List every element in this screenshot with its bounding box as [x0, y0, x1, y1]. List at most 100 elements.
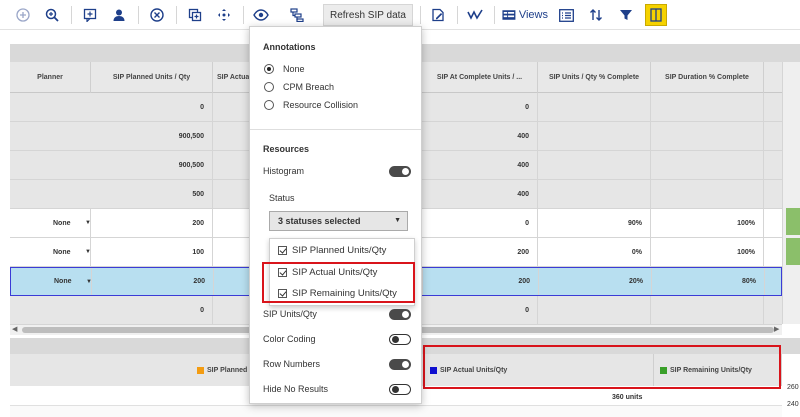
divider [250, 129, 421, 130]
cell-units-pct [538, 122, 651, 150]
magnify-plus-icon[interactable] [43, 4, 61, 26]
highlight-box [423, 345, 781, 389]
toggle-label: Color Coding [263, 334, 316, 344]
scroll-right-icon[interactable]: ▶ [774, 325, 779, 333]
user-icon[interactable] [110, 4, 128, 26]
columns-panel-icon[interactable] [645, 4, 667, 26]
resources-title: Resources [263, 144, 310, 154]
toolbar-separator [494, 6, 495, 24]
add-copy-icon[interactable] [186, 4, 204, 26]
views-label: Views [518, 9, 548, 21]
column-header-sip-planned[interactable]: SIP Planned Units / Qty [91, 62, 213, 93]
radio-button[interactable] [264, 100, 274, 110]
cell-planner[interactable]: None [10, 238, 91, 266]
cell-planned: 0 [91, 93, 213, 121]
cell-planned: 200 [92, 268, 214, 295]
row-numbers-toggle[interactable] [389, 358, 411, 370]
cell-atcomplete: 0 [422, 296, 538, 324]
checkbox[interactable] [278, 246, 287, 255]
toolbar-separator [243, 6, 244, 24]
highlight-box [262, 262, 415, 303]
row-numbers-toggle-row[interactable]: Row Numbers [263, 357, 411, 371]
cell-units-pct [538, 180, 651, 208]
cancel-circle-icon[interactable] [148, 4, 166, 26]
cell-planned: 900,500 [91, 122, 213, 150]
toggle-label: Row Numbers [263, 359, 321, 369]
refresh-label: Refresh SIP data [330, 9, 406, 21]
cell-duration-pct [651, 122, 764, 150]
toggle-label: Hide No Results [263, 384, 329, 394]
cell-units-pct [538, 93, 651, 121]
radio-label: Resource Collision [283, 100, 359, 110]
cell-duration-pct [651, 180, 764, 208]
annotations-title: Annotations [263, 42, 316, 52]
scroll-left-icon[interactable]: ◀ [12, 325, 17, 333]
toolbar-separator [176, 6, 177, 24]
move-arrows-icon[interactable] [215, 4, 233, 26]
views-icon [502, 10, 516, 20]
cell-units-pct [538, 151, 651, 179]
cell-planner[interactable]: None [11, 268, 92, 295]
radio-none[interactable]: None [264, 64, 305, 74]
toggle-label: SIP Units/Qty [263, 309, 317, 319]
cell-duration-pct: 80% [652, 268, 765, 295]
cell-units-pct: 0% [538, 238, 651, 266]
column-header-sip-duration-pct[interactable]: SIP Duration % Complete [651, 62, 764, 93]
cell-planned: 900,500 [91, 151, 213, 179]
hierarchy-icon[interactable] [288, 4, 306, 26]
radio-button[interactable] [264, 64, 274, 74]
radio-cpm-breach[interactable]: CPM Breach [264, 82, 334, 92]
annotations-popup: Annotations None CPM Breach Resource Col… [249, 26, 422, 404]
column-header-planner[interactable]: Planner [10, 62, 91, 93]
sort-arrows-icon[interactable] [587, 4, 605, 26]
status-option-planned[interactable]: SIP Planned Units/Qty [278, 245, 386, 256]
cell-units-pct: 20% [539, 268, 652, 295]
edit-document-icon[interactable] [429, 4, 447, 26]
cell-atcomplete: 200 [422, 238, 538, 266]
cell-atcomplete: 400 [422, 151, 538, 179]
gantt-bar[interactable] [786, 208, 800, 235]
filter-icon[interactable] [617, 4, 635, 26]
status-select[interactable]: 3 statuses selected ▼ [269, 211, 408, 231]
cell-atcomplete: 400 [422, 180, 538, 208]
gantt-strip [782, 62, 800, 324]
radio-label: None [283, 64, 305, 74]
cell-planned: 500 [91, 180, 213, 208]
cell-planned: 0 [91, 296, 213, 324]
status-select-value: 3 statuses selected [278, 216, 361, 226]
radio-resource-collision[interactable]: Resource Collision [264, 100, 358, 110]
cell-planned: 200 [91, 209, 213, 237]
sip-units-toggle-row[interactable]: SIP Units/Qty [263, 307, 411, 321]
column-header-sip-units-pct[interactable]: SIP Units / Qty % Complete [538, 62, 651, 93]
cell-units-pct: 90% [538, 209, 651, 237]
zoom-in-circle-icon[interactable] [14, 4, 32, 26]
histogram-axis-value: 260 [787, 384, 799, 391]
gantt-bar[interactable] [786, 238, 800, 265]
views-button[interactable]: Views [502, 4, 548, 26]
add-comment-icon[interactable] [81, 4, 99, 26]
cell-planned: 100 [91, 238, 213, 266]
cell-units-pct [538, 296, 651, 324]
radio-button[interactable] [264, 82, 274, 92]
toolbar-separator [138, 6, 139, 24]
trend-check-icon[interactable] [466, 4, 484, 26]
eye-icon[interactable] [251, 4, 271, 26]
histogram-toggle[interactable] [389, 165, 411, 177]
column-header-sip-at-complete[interactable]: SIP At Complete Units / ... [422, 62, 538, 93]
cell-duration-pct [651, 93, 764, 121]
toolbar-separator [71, 6, 72, 24]
radio-label: CPM Breach [283, 82, 335, 92]
cell-planner[interactable]: None [10, 209, 91, 237]
histogram-toggle-row[interactable]: Histogram [263, 164, 411, 178]
cell-duration-pct [651, 151, 764, 179]
list-icon[interactable] [557, 4, 575, 26]
sip-units-toggle[interactable] [389, 308, 411, 320]
hide-no-results-toggle[interactable] [389, 383, 411, 395]
color-coding-toggle[interactable] [389, 333, 411, 345]
refresh-sip-data-button[interactable]: Refresh SIP data [323, 4, 413, 26]
status-label: Status [269, 193, 295, 203]
hide-no-results-toggle-row[interactable]: Hide No Results [263, 382, 411, 396]
histogram-axis-value: 240 [787, 401, 799, 408]
color-coding-toggle-row[interactable]: Color Coding [263, 332, 411, 346]
cell-atcomplete: 0 [422, 209, 538, 237]
